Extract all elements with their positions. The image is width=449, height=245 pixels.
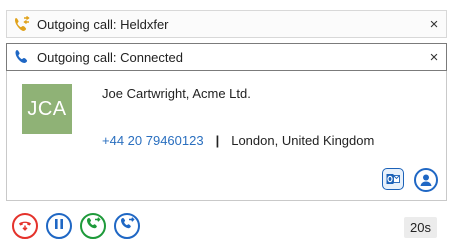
call-panel: Outgoing call: Heldxfer × Outgoing call:… [0, 0, 449, 245]
notification-heldxfer[interactable]: Outgoing call: Heldxfer × [6, 10, 447, 38]
notification-connected[interactable]: Outgoing call: Connected × [6, 43, 447, 71]
consult-icon [119, 216, 135, 237]
outlook-icon[interactable] [382, 168, 404, 190]
close-icon[interactable]: × [422, 44, 446, 70]
transfer-icon [85, 216, 101, 237]
contact-details: +44 20 79460123 | London, United Kingdom [102, 133, 374, 148]
hangup-button[interactable] [12, 213, 38, 239]
close-icon[interactable]: × [422, 11, 446, 37]
notification-title: Outgoing call: Heldxfer [37, 16, 169, 32]
contact-name: Joe Cartwright, Acme Ltd. [102, 86, 251, 101]
separator: | [215, 133, 220, 148]
avatar: JCA [22, 84, 72, 134]
hold-button[interactable] [46, 213, 72, 239]
consult-transfer-button[interactable] [114, 213, 140, 239]
contact-profile-icon[interactable] [414, 168, 438, 192]
phone-number-link[interactable]: +44 20 79460123 [102, 133, 204, 148]
card-actions [382, 168, 438, 192]
contact-card: JCA Joe Cartwright, Acme Ltd. +44 20 794… [6, 71, 447, 201]
hangup-icon [17, 216, 33, 237]
location-text: London, United Kingdom [231, 133, 375, 148]
phone-icon [7, 44, 37, 70]
transfer-button[interactable] [80, 213, 106, 239]
call-controls [12, 213, 140, 239]
notification-title: Outgoing call: Connected [37, 49, 183, 65]
call-duration: 20s [404, 217, 437, 238]
pause-icon [52, 217, 66, 236]
call-transfer-icon [7, 11, 37, 37]
